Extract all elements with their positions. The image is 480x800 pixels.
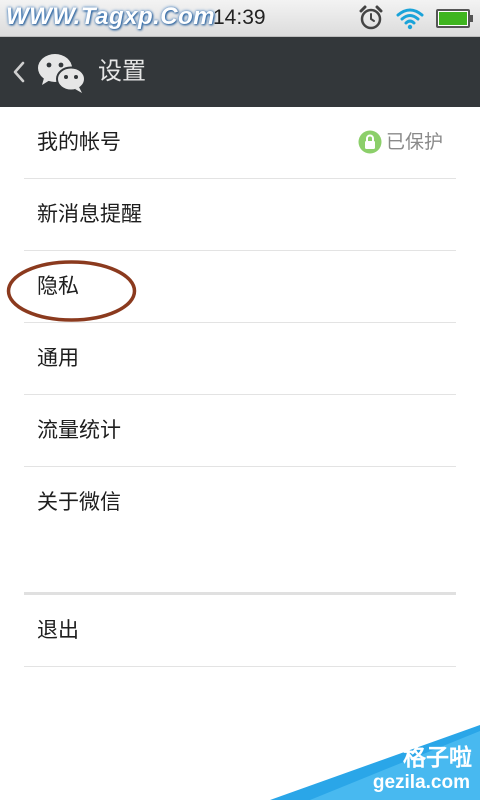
page-title: 设置 <box>98 57 146 85</box>
settings-item-traffic[interactable]: 流量统计 <box>24 395 456 467</box>
settings-item-about[interactable]: 关于微信 <box>24 467 456 539</box>
settings-item-label: 新消息提醒 <box>37 202 142 226</box>
status-time: 14:39 <box>213 6 266 29</box>
lock-icon <box>358 130 382 154</box>
settings-item-label: 我的帐号 <box>37 130 121 154</box>
corner-watermark-en: gezila.com <box>372 772 470 793</box>
alarm-icon <box>359 5 383 30</box>
settings-item-label: 流量统计 <box>37 418 121 442</box>
settings-item-privacy[interactable]: 隐私 <box>24 251 456 323</box>
logout-label: 退出 <box>37 618 79 642</box>
corner-watermark-cn: 格子啦 <box>403 745 472 771</box>
settings-item-notifications[interactable]: 新消息提醒 <box>24 179 456 251</box>
account-status-text: 已保护 <box>385 131 443 153</box>
wifi-icon <box>396 8 424 30</box>
account-protection-status: 已保护 <box>358 129 443 155</box>
screen: WWW.Tagxp.Com 14:39 设置 我的帐号 已保护 新消息提醒 隐私… <box>0 0 480 800</box>
chevron-left-icon[interactable] <box>9 59 29 85</box>
settings-list: 我的帐号 已保护 新消息提醒 隐私 通用 流量统计 关于微信 <box>24 107 456 539</box>
status-bar: WWW.Tagxp.Com 14:39 <box>0 0 480 37</box>
settings-item-label: 关于微信 <box>37 490 121 514</box>
status-icons <box>358 5 473 31</box>
corner-watermark: 格子啦 gezila.com <box>270 725 480 800</box>
settings-item-account[interactable]: 我的帐号 已保护 <box>24 107 456 179</box>
battery-fill <box>439 11 467 25</box>
settings-item-label: 通用 <box>37 346 79 370</box>
settings-item-label: 隐私 <box>37 274 79 298</box>
battery-icon <box>436 8 473 28</box>
settings-item-general[interactable]: 通用 <box>24 323 456 395</box>
watermark-top: WWW.Tagxp.Com <box>6 3 216 30</box>
logout-button[interactable]: 退出 <box>24 595 456 667</box>
title-bar: 设置 <box>0 37 480 107</box>
wechat-logo-icon <box>38 54 86 93</box>
